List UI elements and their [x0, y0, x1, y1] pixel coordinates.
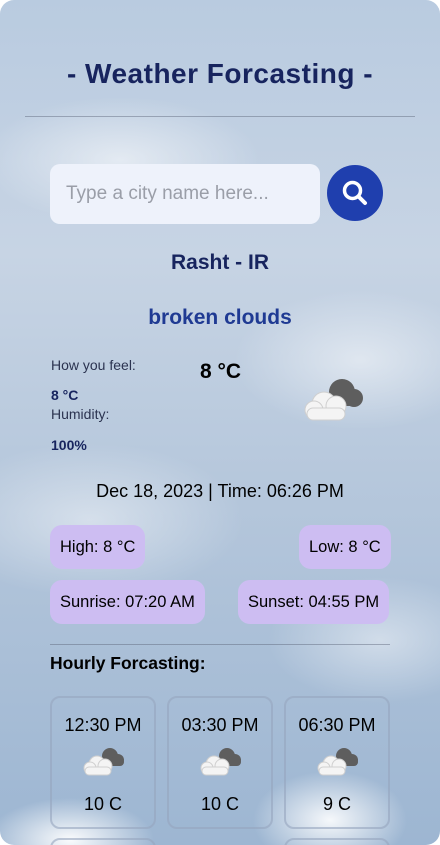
header-divider [25, 116, 415, 117]
hourly-card: 06:30 PM 9 C [284, 696, 390, 829]
weather-description: broken clouds [148, 306, 292, 329]
current-temperature: 8 °C [200, 360, 242, 383]
search-button[interactable] [327, 165, 383, 221]
hourly-temp: 10 C [83, 794, 123, 814]
hourly-time: 06:30 PM [298, 715, 376, 735]
sunset-badge: Sunset: 04:55 PM [238, 580, 390, 624]
feels-like-label: How you feel: [51, 357, 136, 373]
city-name: Rasht - IR [170, 251, 269, 274]
hourly-time: 12:30 PM [64, 715, 142, 735]
humidity-label: Humidity: [51, 406, 110, 422]
local-datetime: Dec 18, 2023 | Time: 06:26 PM [96, 481, 344, 501]
broken-clouds-icon [82, 744, 126, 783]
humidity-value: 100% [51, 437, 87, 453]
high-temp-badge: High: 8 °C [50, 525, 146, 569]
weather-app: - Weather Forcasting - Rasht - IR broken… [0, 0, 440, 845]
broken-clouds-icon [199, 744, 243, 783]
page-title: - Weather Forcasting - [66, 58, 374, 89]
hourly-temp: 9 C [322, 794, 351, 814]
hourly-card-partial [50, 838, 156, 845]
city-search-input[interactable] [50, 164, 320, 224]
hourly-card: 03:30 PM 10 C [167, 696, 273, 829]
hourly-time: 03:30 PM [181, 715, 259, 735]
broken-clouds-icon [302, 372, 366, 431]
broken-clouds-icon [316, 744, 360, 783]
hourly-card: 12:30 PM 10 C [50, 696, 156, 829]
hourly-card-partial [284, 838, 390, 845]
search-icon [342, 180, 367, 205]
sunrise-badge: Sunrise: 07:20 AM [50, 580, 205, 624]
feels-like-value: 8 °C [51, 387, 79, 403]
low-temp-badge: Low: 8 °C [299, 525, 391, 569]
section-divider [50, 644, 390, 645]
hourly-title: Hourly Forcasting: [50, 653, 206, 673]
hourly-temp: 10 C [200, 794, 240, 814]
